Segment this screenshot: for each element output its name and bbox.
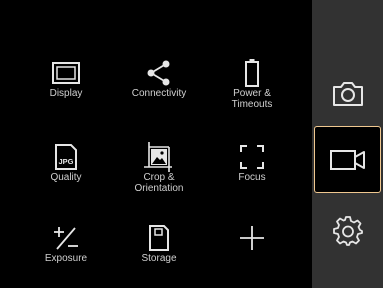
tile-label: Storage (141, 253, 177, 264)
tile-add[interactable] (207, 213, 297, 288)
tile-label: Power & Timeouts (231, 88, 273, 110)
camera-settings-screen: Display Connectivity Power & Timeouts JP… (0, 0, 383, 288)
tile-focus[interactable]: Focus (207, 132, 297, 212)
tile-crop-orientation[interactable]: Crop & Orientation (114, 132, 204, 212)
gear-icon (332, 215, 364, 247)
tile-label: Quality (50, 172, 82, 183)
tile-label: Focus (238, 172, 266, 183)
tile-label: Exposure (44, 253, 88, 264)
settings-mode-button[interactable] (314, 197, 381, 264)
tile-display[interactable]: Display (21, 48, 111, 128)
tile-exposure[interactable]: Exposure (21, 213, 111, 288)
jpg-label: JPG (58, 157, 73, 166)
tile-connectivity[interactable]: Connectivity (114, 48, 204, 128)
tile-label: Connectivity (131, 88, 187, 99)
focus-frame-icon (232, 140, 272, 174)
plus-icon (232, 221, 272, 255)
settings-grid: Display Connectivity Power & Timeouts JP… (0, 0, 312, 288)
mode-sidebar (312, 0, 383, 288)
sd-card-icon (139, 221, 179, 255)
video-mode-button[interactable] (314, 126, 381, 193)
photo-mode-button[interactable] (314, 60, 381, 127)
tile-label: Crop & Orientation (134, 172, 184, 194)
crop-icon (139, 140, 179, 174)
jpg-file-icon: JPG (46, 140, 86, 174)
display-icon (46, 56, 86, 90)
video-camera-icon (329, 148, 367, 172)
tile-label: Display (49, 88, 83, 99)
tile-storage[interactable]: Storage (114, 213, 204, 288)
tile-power-timeouts[interactable]: Power & Timeouts (207, 48, 297, 128)
exposure-icon (46, 221, 86, 255)
share-icon (139, 56, 179, 90)
tile-quality[interactable]: JPG Quality (21, 132, 111, 212)
battery-icon (232, 56, 272, 90)
camera-icon (331, 80, 365, 108)
